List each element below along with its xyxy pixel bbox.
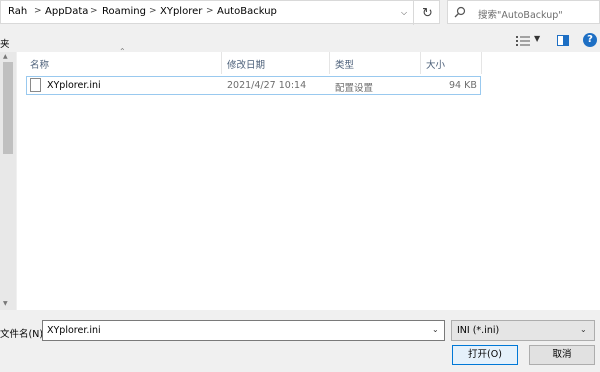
file-name: XYplorer.ini <box>47 80 101 91</box>
column-header-type[interactable]: 类型 <box>335 57 354 71</box>
ini-file-icon <box>30 78 41 92</box>
column-divider[interactable] <box>481 52 482 74</box>
chevron-down-icon[interactable]: ⌄ <box>580 325 587 334</box>
file-date: 2021/4/27 10:14 <box>227 80 307 91</box>
sort-ascending-icon: ⌃ <box>119 47 126 56</box>
file-type: 配置设置 <box>335 83 374 94</box>
column-header-size[interactable]: 大小 <box>426 57 445 71</box>
column-header-name[interactable]: 名称 <box>30 57 49 71</box>
search-input[interactable]: 搜索"AutoBackup" <box>447 0 600 24</box>
breadcrumb-item-xyplorer[interactable]: XYplorer <box>160 6 202 17</box>
chevron-down-icon[interactable]: ⌄ <box>432 325 439 334</box>
column-divider[interactable] <box>420 52 421 74</box>
scrollbar-thumb[interactable] <box>3 62 13 154</box>
chevron-right-icon[interactable]: > <box>149 6 157 16</box>
column-divider[interactable] <box>221 52 222 74</box>
chevron-right-icon[interactable]: > <box>206 6 214 16</box>
address-bar[interactable]: Rah > AppData > Roaming > XYplorer > Aut… <box>0 0 441 25</box>
breadcrumb-item-rah[interactable]: Rah <box>8 6 27 17</box>
breadcrumb-item-roaming[interactable]: Roaming <box>102 6 146 17</box>
scroll-up-icon[interactable]: ▲ <box>3 53 8 60</box>
new-folder-button[interactable]: 夹 <box>0 36 10 50</box>
breadcrumb-item-autobackup[interactable]: AutoBackup <box>217 6 277 17</box>
chevron-right-icon[interactable]: > <box>90 6 98 16</box>
column-header-date[interactable]: 修改日期 <box>227 57 265 71</box>
column-divider[interactable] <box>329 52 330 74</box>
refresh-icon[interactable]: ↻ <box>413 1 441 25</box>
filetype-select[interactable]: INI (*.ini) ⌄ <box>451 320 595 341</box>
chevron-right-icon[interactable]: > <box>34 6 42 16</box>
filetype-value: INI (*.ini) <box>457 325 500 336</box>
filename-value: XYplorer.ini <box>47 325 101 336</box>
preview-pane-icon[interactable] <box>557 35 569 46</box>
view-options-icon[interactable] <box>516 36 530 46</box>
help-icon[interactable]: ? <box>583 33 597 47</box>
chevron-down-icon[interactable]: ⌵ <box>395 1 413 25</box>
cancel-button[interactable]: 取消 <box>529 345 595 365</box>
view-dropdown-icon[interactable]: ▼ <box>534 34 540 43</box>
search-icon <box>454 6 466 18</box>
filename-label: 文件名(N): <box>0 329 47 340</box>
scroll-down-icon[interactable]: ▼ <box>3 300 8 307</box>
file-size: 94 KB <box>449 80 477 91</box>
filename-field[interactable]: XYplorer.ini ⌄ <box>42 320 445 341</box>
search-placeholder: 搜索"AutoBackup" <box>478 10 563 21</box>
open-button[interactable]: 打开(O) <box>452 345 518 365</box>
breadcrumb-item-appdata[interactable]: AppData <box>45 6 88 17</box>
